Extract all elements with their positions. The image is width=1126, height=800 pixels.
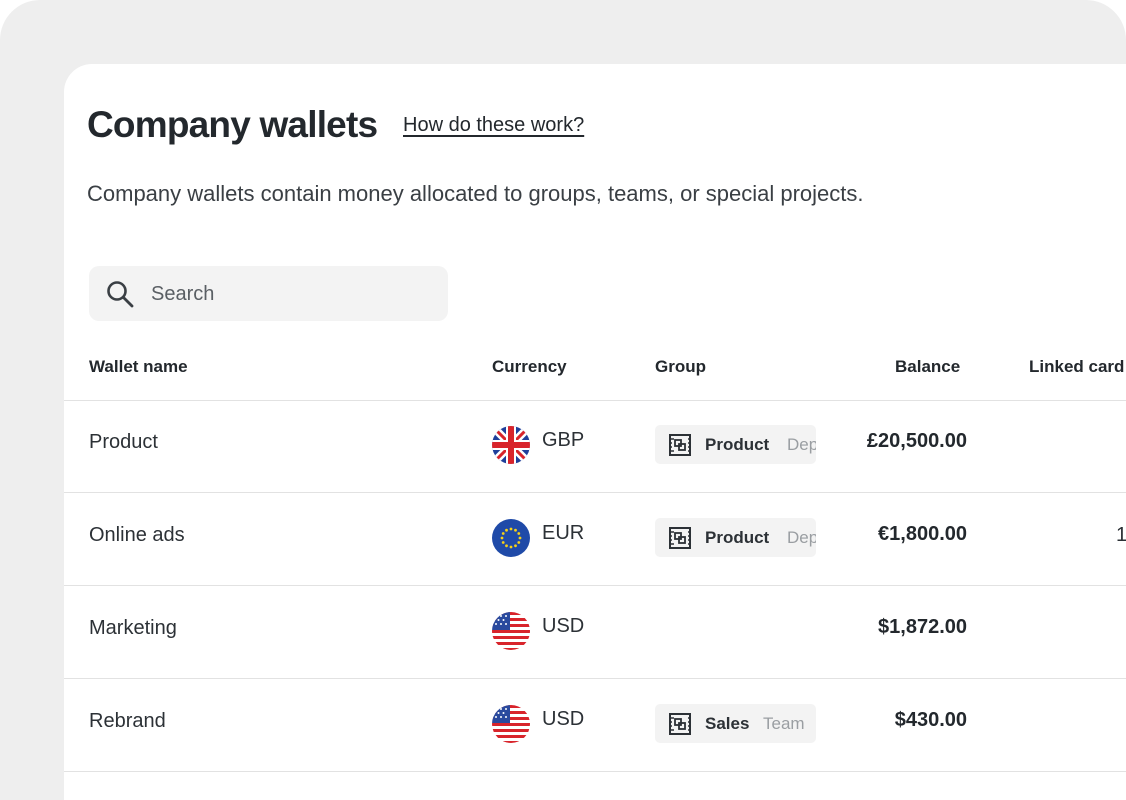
column-header-linked-cards[interactable]: Linked card	[1029, 357, 1124, 377]
group-name: Product	[705, 435, 770, 454]
wallet-balance: $430.00	[894, 709, 967, 731]
wallets-card: Company wallets How do these work? Compa…	[64, 64, 1126, 800]
us-flag-icon	[492, 705, 530, 743]
wallet-name: Online ads	[89, 524, 185, 546]
currency-code: USD	[542, 615, 585, 637]
column-header-wallet-name[interactable]: Wallet name	[89, 357, 188, 377]
wallet-balance: €1,800.00	[878, 523, 967, 545]
group-badge[interactable]: Product Dep	[655, 425, 816, 464]
search-icon	[107, 281, 134, 308]
group-name: Product	[705, 528, 770, 547]
wallet-name: Rebrand	[89, 710, 166, 732]
group-icon	[668, 712, 692, 736]
group-name: Sales	[705, 714, 750, 733]
wallet-name: Marketing	[89, 617, 177, 639]
currency-code: USD	[542, 708, 585, 730]
wallet-balance: £20,500.00	[866, 430, 967, 452]
group-type: Dep	[787, 435, 816, 454]
group-type: Dep	[787, 528, 816, 547]
us-flag-icon	[492, 612, 530, 650]
table-row[interactable]: Marketing USD $1,872.00	[64, 586, 1126, 678]
search-input[interactable]	[149, 266, 438, 323]
linked-cards-count: 1	[1116, 524, 1126, 546]
column-header-balance[interactable]: Balance	[895, 357, 960, 377]
how-it-works-link[interactable]: How do these work?	[403, 114, 584, 137]
column-header-currency[interactable]: Currency	[492, 357, 567, 377]
table-row[interactable]: Product GBP Product Dep £20,500.00	[64, 400, 1126, 492]
table-row[interactable]: Rebrand USD Sales Team $430.00	[64, 679, 1126, 771]
currency-code: EUR	[542, 522, 585, 544]
row-divider	[64, 771, 1126, 772]
group-icon	[668, 526, 692, 550]
wallet-balance: $1,872.00	[878, 616, 967, 638]
column-header-group[interactable]: Group	[655, 357, 706, 377]
page-title: Company wallets	[87, 104, 378, 145]
group-badge[interactable]: Product Dep	[655, 518, 816, 557]
group-icon	[668, 433, 692, 457]
group-badge[interactable]: Sales Team	[655, 704, 816, 743]
currency-code: GBP	[542, 429, 585, 451]
eu-flag-icon	[492, 519, 530, 557]
wallet-name: Product	[89, 431, 158, 453]
group-type: Team	[763, 714, 805, 733]
uk-flag-icon	[492, 426, 530, 464]
table-row[interactable]: Online ads EUR Product Dep €1,800.00 1	[64, 493, 1126, 585]
search-box[interactable]	[89, 266, 448, 323]
page-subtitle: Company wallets contain money allocated …	[87, 181, 864, 206]
